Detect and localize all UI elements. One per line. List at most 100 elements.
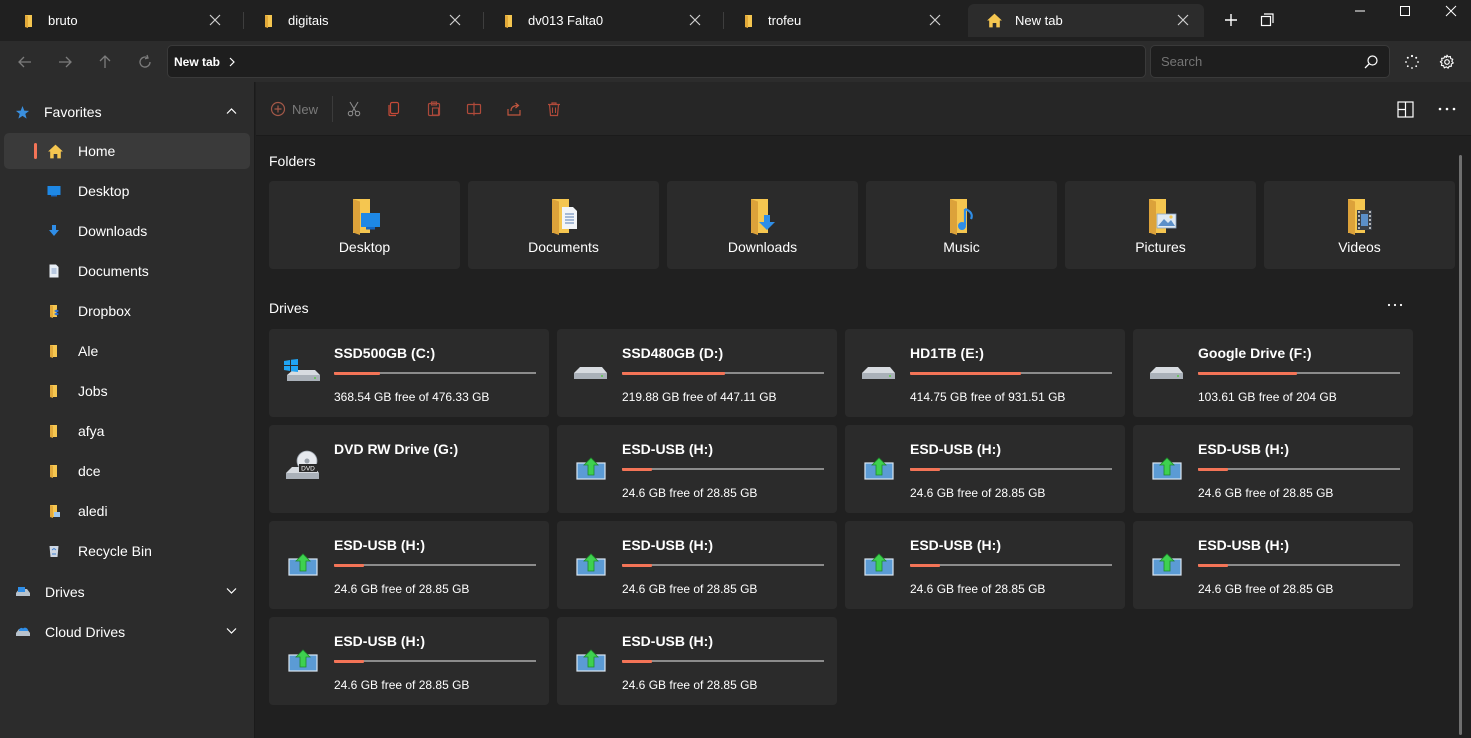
drive-card[interactable]: SSD500GB (C:) 368.54 GB free of 476.33 GB [269, 329, 549, 417]
search-box[interactable] [1150, 45, 1390, 78]
drive-card[interactable]: HD1TB (E:) 414.75 GB free of 931.51 GB [845, 329, 1125, 417]
tab-digitais[interactable]: digitais [244, 4, 476, 37]
usb-drive-icon [575, 647, 607, 673]
sidebar-item-jobs[interactable]: Jobs [4, 373, 250, 409]
address-bar[interactable]: New tab [167, 45, 1146, 78]
paste-button[interactable] [426, 98, 442, 120]
new-tab-button[interactable] [1216, 5, 1246, 35]
sidebar-item-downloads[interactable]: Downloads [4, 213, 250, 249]
selection-indicator [34, 143, 37, 159]
duplicate-tab-button[interactable] [1252, 5, 1282, 35]
drive-usage-fill [1198, 467, 1229, 471]
sidebar-section-favorites[interactable]: Favorites [0, 94, 255, 130]
rename-button[interactable] [466, 98, 482, 120]
drive-name: SSD480GB (D:) [622, 345, 724, 361]
copy-button[interactable] [386, 98, 402, 120]
close-icon [1445, 5, 1457, 17]
folder-icon [50, 385, 57, 398]
tab-dv013-falta0[interactable]: dv013 Falta0 [484, 4, 716, 37]
dvd-drive-icon: DVD [283, 449, 321, 485]
search-input[interactable] [1161, 54, 1351, 69]
sidebar-section-cloud-drives[interactable]: Cloud Drives [0, 614, 255, 650]
sidebar-item-desktop[interactable]: Desktop [4, 173, 250, 209]
folder-card-music[interactable]: Music [866, 181, 1057, 269]
more-options-button[interactable] [1437, 98, 1457, 120]
sidebar-item-dropbox[interactable]: Dropbox [4, 293, 250, 329]
folder-icon [50, 345, 57, 358]
refresh-button[interactable] [131, 48, 159, 76]
drive-card[interactable]: SSD480GB (D:) 219.88 GB free of 447.11 GB [557, 329, 837, 417]
tab-new-tab[interactable]: New tab [968, 4, 1204, 37]
folder-card-desktop[interactable]: Desktop [269, 181, 460, 269]
folder-card-videos[interactable]: Videos [1264, 181, 1455, 269]
drive-free-space: 24.6 GB free of 28.85 GB [622, 486, 758, 500]
drive-free-space: 24.6 GB free of 28.85 GB [1198, 486, 1334, 500]
sidebar-item-documents[interactable]: Documents [4, 253, 250, 289]
chevron-down-icon[interactable] [226, 627, 237, 635]
delete-button[interactable] [546, 98, 562, 120]
drive-card[interactable]: ESD-USB (H:) 24.6 GB free of 28.85 GB [557, 521, 837, 609]
new-button[interactable]: New [270, 98, 318, 120]
home-icon [48, 144, 63, 159]
close-icon[interactable] [208, 13, 222, 27]
back-button[interactable] [11, 48, 39, 76]
usb-drive-icon [1151, 455, 1183, 481]
close-icon[interactable] [688, 13, 702, 27]
close-window-button[interactable] [1436, 0, 1466, 26]
sidebar-item-afya[interactable]: afya [4, 413, 250, 449]
drive-card[interactable]: ESD-USB (H:) 24.6 GB free of 28.85 GB [1133, 425, 1413, 513]
folder-label: Documents [528, 239, 599, 255]
drive-card[interactable]: ESD-USB (H:) 24.6 GB free of 28.85 GB [269, 521, 549, 609]
sidebar-item-recycle-bin[interactable]: Recycle Bin [4, 533, 250, 569]
close-icon[interactable] [928, 13, 942, 27]
tab-trofeu[interactable]: trofeu [724, 4, 956, 37]
settings-button[interactable] [1433, 48, 1461, 76]
drive-card[interactable]: ESD-USB (H:) 24.6 GB free of 28.85 GB [557, 425, 837, 513]
drive-usage-bar [1198, 371, 1400, 375]
sidebar-item-dce[interactable]: dce [4, 453, 250, 489]
maximize-button[interactable] [1390, 0, 1420, 26]
share-button[interactable] [506, 98, 522, 120]
drive-free-space: 414.75 GB free of 931.51 GB [910, 390, 1066, 404]
sidebar-section-drives[interactable]: Drives [0, 574, 255, 610]
vertical-scrollbar[interactable] [1459, 155, 1462, 735]
drive-usage-bar [334, 659, 536, 663]
chevron-right-icon[interactable] [228, 57, 236, 67]
drive-free-space: 24.6 GB free of 28.85 GB [334, 678, 470, 692]
status-button[interactable] [1398, 48, 1426, 76]
minimize-button[interactable] [1345, 0, 1375, 26]
layout-button[interactable] [1397, 98, 1414, 120]
cut-button[interactable] [346, 98, 362, 120]
drive-card[interactable]: Google Drive (F:) 103.61 GB free of 204 G… [1133, 329, 1413, 417]
search-icon[interactable] [1363, 54, 1379, 70]
tab-bruto[interactable]: bruto [4, 4, 236, 37]
folder-card-documents[interactable]: Documents [468, 181, 659, 269]
drive-card[interactable]: ESD-USB (H:) 24.6 GB free of 28.85 GB [845, 425, 1125, 513]
drive-name: ESD-USB (H:) [622, 537, 713, 553]
sidebar-item-label: Recycle Bin [78, 543, 152, 559]
drive-name: Google Drive (F:) [1198, 345, 1312, 361]
forward-button[interactable] [51, 48, 79, 76]
folder-card-downloads[interactable]: Downloads [667, 181, 858, 269]
rename-icon [466, 102, 482, 116]
main-content: Folders Desktop Documents Downloads Musi… [256, 137, 1471, 738]
folder-card-pictures[interactable]: Pictures [1065, 181, 1256, 269]
drive-card[interactable]: ESD-USB (H:) 24.6 GB free of 28.85 GB [845, 521, 1125, 609]
section-title-folders: Folders [269, 153, 316, 169]
close-icon[interactable] [1176, 13, 1190, 27]
sidebar-item-aledi[interactable]: aledi [4, 493, 250, 529]
up-button[interactable] [91, 48, 119, 76]
close-icon[interactable] [448, 13, 462, 27]
drive-card[interactable]: ESD-USB (H:) 24.6 GB free of 28.85 GB [269, 617, 549, 705]
drive-card[interactable]: DVD DVD RW Drive (G:) [269, 425, 549, 513]
breadcrumb[interactable]: New tab [174, 55, 220, 69]
chevron-up-icon[interactable] [226, 107, 237, 115]
sidebar-item-label: dce [78, 463, 101, 479]
drives-more-options-icon[interactable] [1387, 303, 1403, 307]
drive-card[interactable]: ESD-USB (H:) 24.6 GB free of 28.85 GB [557, 617, 837, 705]
sidebar-item-home[interactable]: Home [4, 133, 250, 169]
chevron-down-icon[interactable] [226, 587, 237, 595]
drive-card[interactable]: ESD-USB (H:) 24.6 GB free of 28.85 GB [1133, 521, 1413, 609]
sidebar-item-ale[interactable]: Ale [4, 333, 250, 369]
home-icon [987, 13, 1002, 28]
